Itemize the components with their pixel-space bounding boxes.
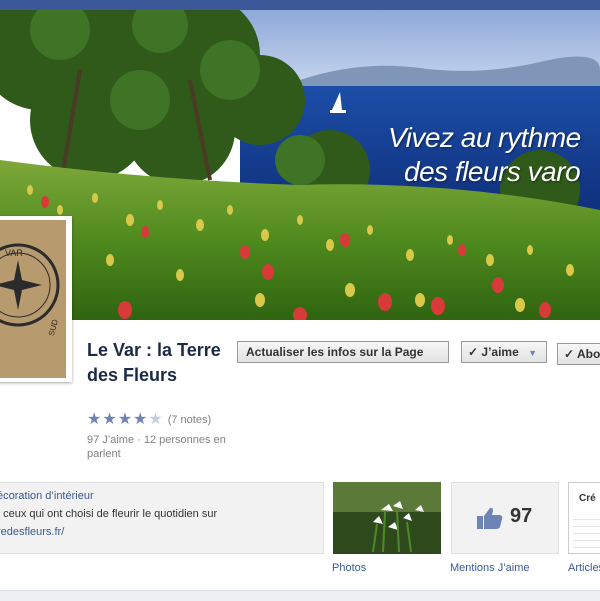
rating-count[interactable]: (7 notes) bbox=[168, 414, 211, 426]
thumbs-up-icon bbox=[477, 507, 503, 529]
star-icon: ★ bbox=[102, 411, 117, 428]
likes-count: 97 bbox=[510, 505, 533, 527]
articles-header: Cré bbox=[579, 493, 596, 504]
page-title: Le Var : la Terre des Fleurs bbox=[87, 340, 221, 385]
update-page-info-button[interactable]: Actualiser les infos sur la Page bbox=[237, 341, 449, 363]
profile-logo: VAR SUD bbox=[0, 220, 66, 378]
like-button-label: J’aime bbox=[481, 345, 519, 359]
cover-photo[interactable]: Vivez au rythme des fleurs varo bbox=[0, 10, 600, 320]
star-icon: ★ bbox=[87, 411, 102, 428]
checkmark-icon: ✓ bbox=[564, 347, 575, 361]
about-description: t ceux qui ont choisi de fleurir le quot… bbox=[0, 508, 218, 520]
photos-tile[interactable] bbox=[333, 482, 441, 554]
about-website-link[interactable]: redesfleurs.fr/ bbox=[0, 523, 323, 541]
profile-picture[interactable]: VAR SUD bbox=[0, 216, 72, 382]
like-button[interactable]: ✓ J’aime ▼ bbox=[461, 341, 547, 363]
subscribe-button-label: Abo bbox=[576, 347, 600, 361]
cover-tagline-line1: Vivez au rythme bbox=[388, 122, 581, 153]
photos-label[interactable]: Photos bbox=[332, 562, 366, 574]
about-category[interactable]: écoration d’intérieur bbox=[0, 487, 323, 505]
articles-tile[interactable]: Cré bbox=[568, 482, 600, 554]
star-icon: ★ bbox=[117, 411, 133, 428]
about-box: écoration d’intérieur t ceux qui ont cho… bbox=[0, 482, 324, 554]
star-icon: ★ bbox=[148, 411, 163, 428]
chevron-down-icon: ▼ bbox=[528, 348, 538, 358]
articles-preview bbox=[573, 513, 600, 549]
articles-label[interactable]: Articles bbox=[568, 562, 600, 574]
subscribe-button[interactable]: ✓ Abo bbox=[557, 343, 600, 365]
bottom-divider bbox=[0, 590, 600, 601]
likes-label[interactable]: Mentions J’aime bbox=[450, 562, 529, 574]
checkmark-icon: ✓ bbox=[468, 345, 479, 359]
page-rating[interactable]: ★ ★ ★ ★ ★ (7 notes) bbox=[87, 412, 211, 428]
star-icon: ★ bbox=[133, 411, 148, 428]
likes-tile[interactable]: 97 bbox=[451, 482, 559, 554]
photos-thumbnail bbox=[333, 482, 441, 554]
page-stats: 97 J’aime · 12 personnes en parlent bbox=[87, 434, 226, 460]
cover-tagline-line2: des fleurs varo bbox=[404, 156, 581, 187]
svg-text:VAR: VAR bbox=[5, 248, 23, 258]
